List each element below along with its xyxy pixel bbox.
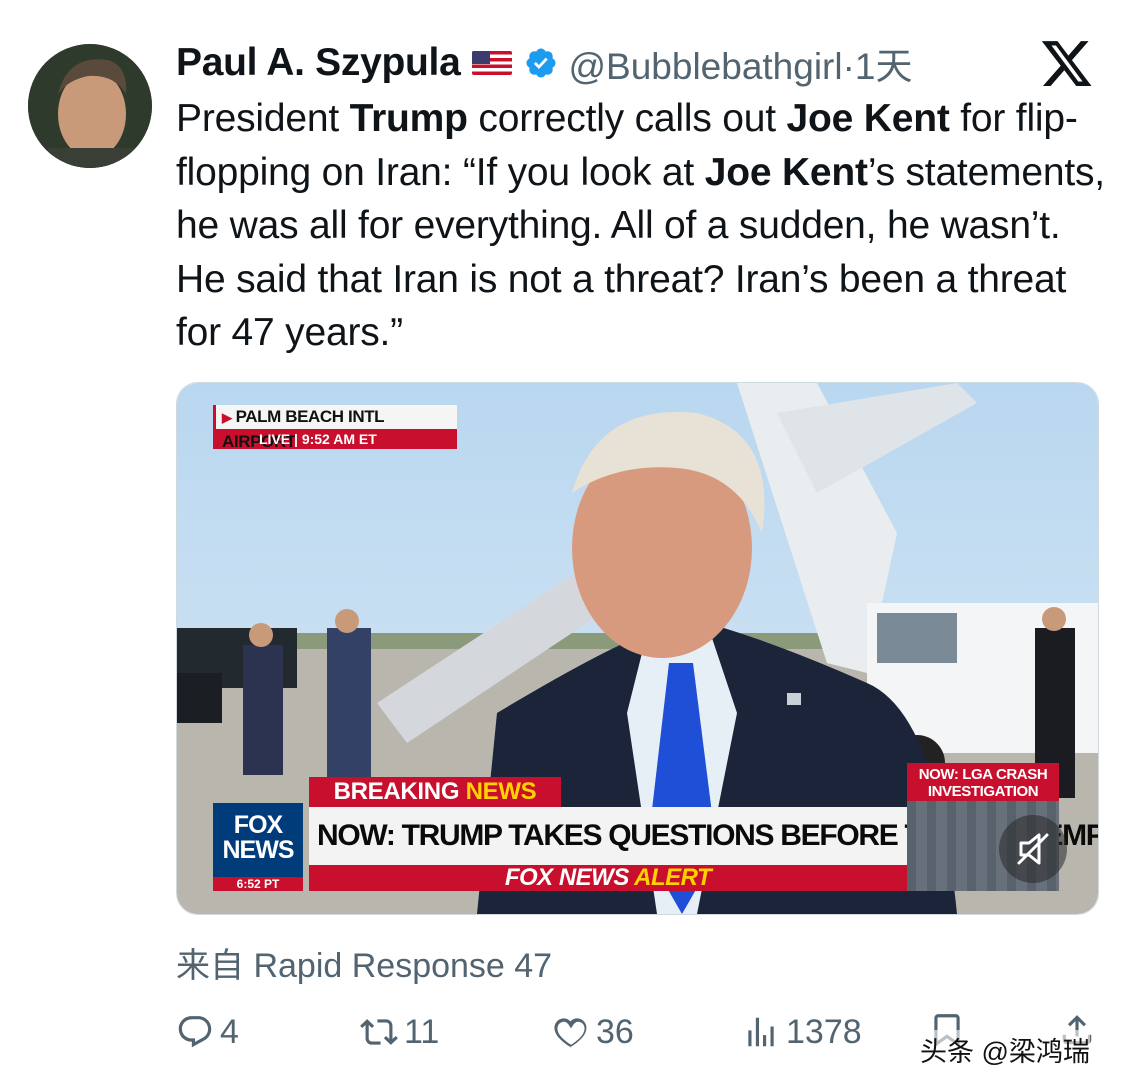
fox-time: 6:52 PT [213,877,303,891]
reply-icon [178,1016,212,1048]
reply-count: 4 [220,1012,239,1051]
author-name[interactable]: Paul A. Szypula [176,41,461,85]
mute-icon[interactable] [999,815,1067,883]
repost-button[interactable]: 11 [360,1008,439,1056]
tweet-text: President Trump correctly calls out Joe … [176,97,1105,354]
reply-button[interactable]: 4 [176,1008,239,1056]
news-headline: NOW: TRUMP TAKES QUESTIONS BEFORE TRIP T… [309,807,1098,865]
watermark: 头条 @梁鸿瑞 [920,1030,1090,1069]
location-banner: ▶PALM BEACH INTL AIRPORT LIVE | 9:52 AM … [213,405,457,451]
views-count: 1378 [786,1012,862,1051]
like-icon [554,1018,587,1048]
like-button[interactable]: 36 [552,1008,634,1056]
author-avatar[interactable] [28,44,152,168]
like-count: 36 [596,1012,634,1051]
breaking-news-label: BREAKING NEWS [309,777,561,807]
source-label[interactable]: 来自 Rapid Response 47 [176,938,552,987]
x-logo-icon[interactable] [1040,36,1094,90]
author-handle[interactable]: @Bubblebathgirl·1天 [568,36,912,90]
fox-news-logo: FOX NEWS [213,803,303,885]
tweet-header: Paul A. Szypula @Bubblebathgirl·1天 [176,38,913,88]
play-triangle-icon: ▶ [222,410,232,425]
side-story-title: NOW: LGA CRASH INVESTIGATION [907,763,1059,801]
views-button[interactable]: 1378 [742,1008,862,1056]
verified-badge-icon [526,48,556,78]
us-flag-icon [472,51,513,75]
repost-count: 11 [404,1012,440,1051]
video-player[interactable]: ▶PALM BEACH INTL AIRPORT LIVE | 9:52 AM … [176,382,1099,915]
fox-news-alert: FOX NEWS ALERT [309,865,907,891]
views-icon [748,1017,774,1047]
repost-icon [360,1019,398,1045]
tweet-time: 1天 [854,46,913,87]
